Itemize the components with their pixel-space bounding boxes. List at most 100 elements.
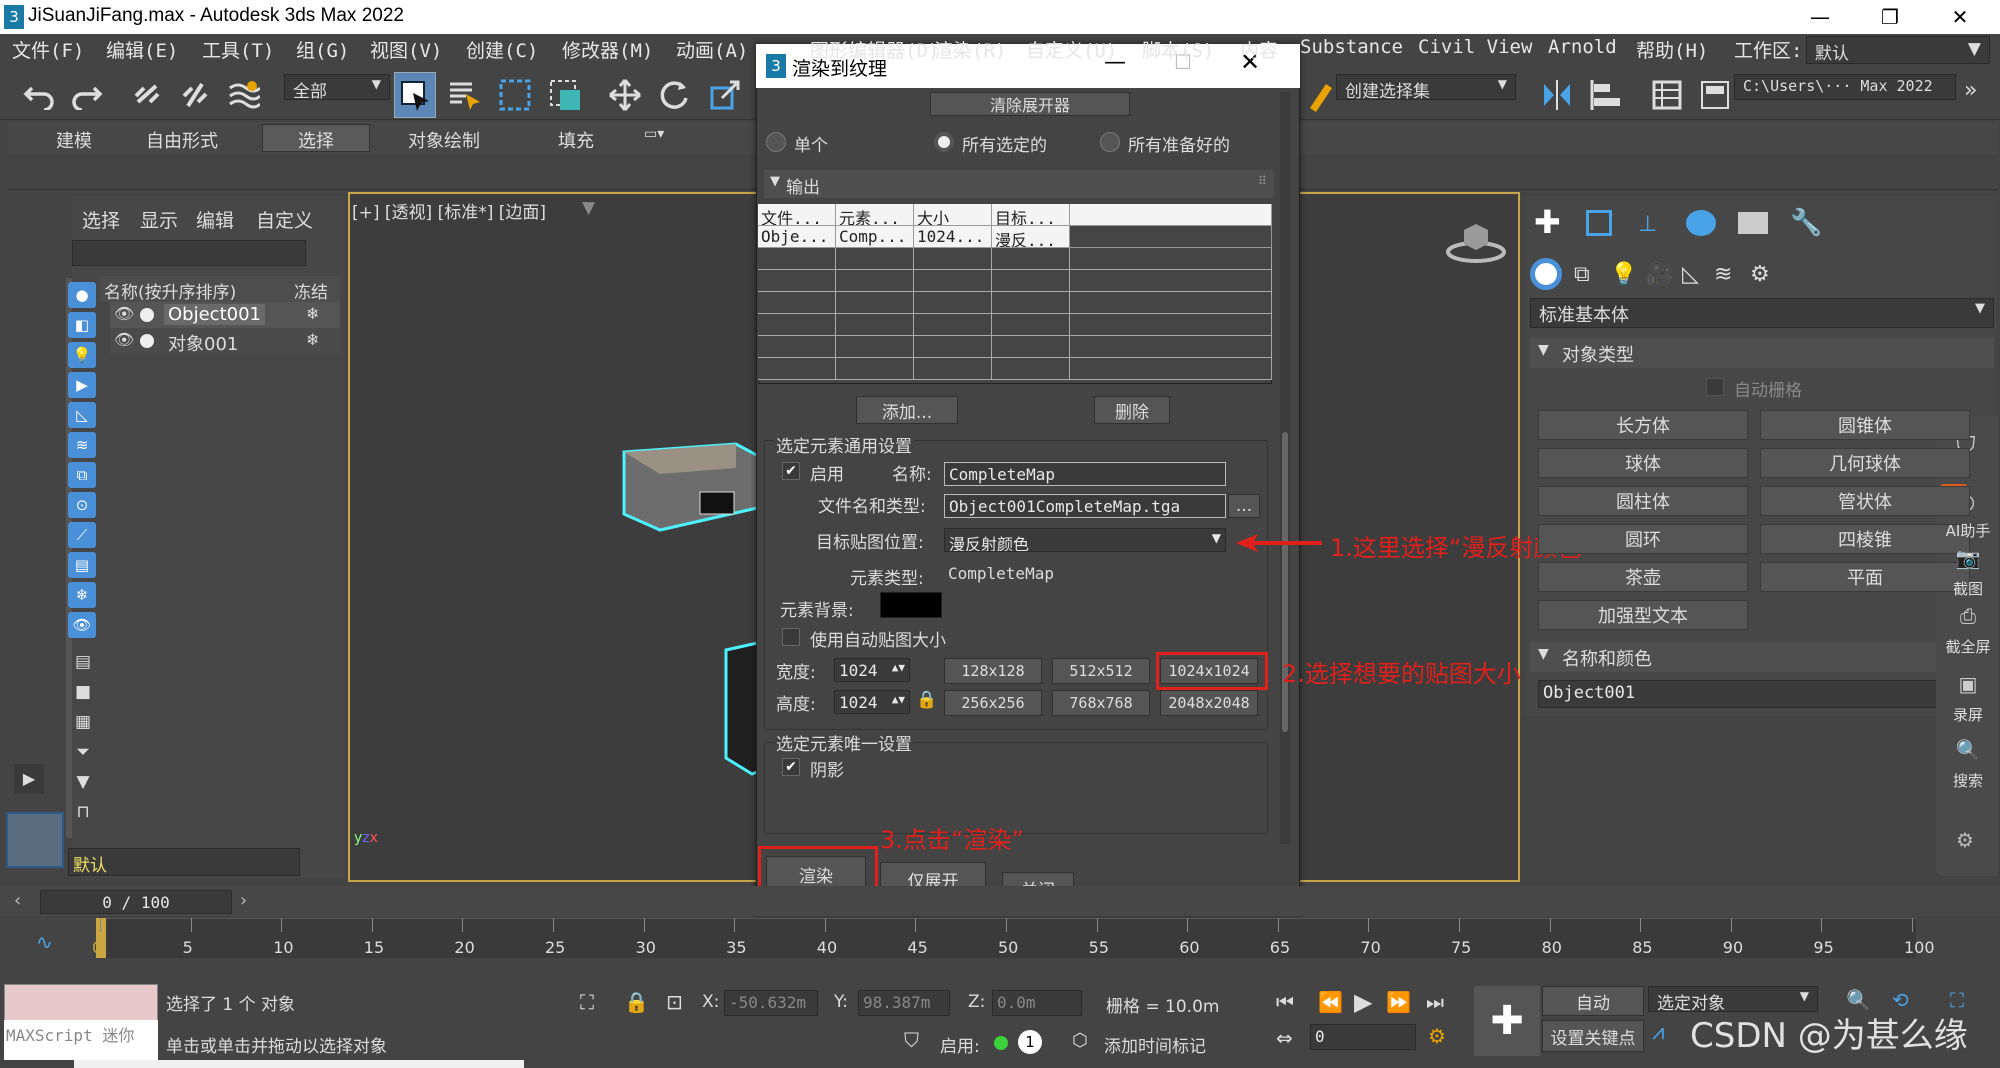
scope-radio[interactable] (934, 132, 954, 152)
filter-icon[interactable]: ⏷ (72, 742, 94, 764)
table-cell[interactable]: 漫反... (992, 226, 1070, 248)
close-window-button[interactable]: ✕ (1930, 0, 1990, 34)
table-cell[interactable] (914, 248, 992, 270)
scene-explorer-tab[interactable]: 编辑 (196, 206, 234, 233)
table-cell[interactable] (836, 358, 914, 380)
menu-item[interactable]: Substance (1300, 36, 1403, 58)
set-key-button[interactable]: 设置关键点 (1542, 1020, 1644, 1052)
frozen-filter-icon[interactable]: ❄ (68, 582, 96, 608)
object-type-rollout-header[interactable]: ▼ 对象类型 (1530, 338, 1994, 368)
add-element-button[interactable]: 添加... (856, 396, 958, 424)
ribbon-toggle-icon[interactable] (1694, 72, 1736, 118)
restore-button[interactable]: ❐ (1860, 0, 1920, 34)
counter-badge[interactable]: 1 (1018, 1030, 1042, 1054)
curve-editor-icon[interactable]: ∿ (36, 930, 53, 954)
table-cell[interactable] (992, 336, 1070, 358)
table-cell[interactable]: Comp... (836, 226, 914, 248)
scope-radio[interactable] (766, 132, 786, 152)
viewport-thumbnail[interactable] (6, 812, 64, 868)
select-by-name-icon[interactable] (444, 72, 486, 118)
dialog-scrollbar[interactable] (1280, 92, 1290, 844)
geometry-category-icon[interactable] (1530, 258, 1562, 290)
menu-item[interactable]: 渲染(R) (934, 36, 1006, 63)
select-object-icon[interactable] (394, 72, 436, 118)
maxscript-input[interactable]: MAXScript 迷你 (4, 1020, 158, 1060)
shapes-filter-icon[interactable]: ◧ (68, 312, 96, 338)
side-tool-label[interactable]: AI助手 (1940, 520, 1996, 541)
menu-item[interactable]: 图形编辑器(D) (810, 36, 939, 63)
menu-item[interactable]: 帮助(H) (1636, 36, 1708, 63)
shadow-checkbox[interactable]: ✔ (782, 758, 800, 776)
primitive-button[interactable]: 管状体 (1760, 486, 1970, 516)
auto-map-size-checkbox[interactable] (782, 628, 800, 646)
container-icon[interactable]: ⊓ (72, 802, 94, 824)
isolate-selection-icon[interactable]: ⛶ (580, 990, 594, 1014)
bind-spacewarp-icon[interactable] (222, 72, 264, 118)
table-cell[interactable] (758, 270, 836, 292)
primitive-button[interactable]: 四棱锥 (1760, 524, 1970, 554)
set-key-plus-icon[interactable]: ✚ (1474, 986, 1540, 1056)
undo-icon[interactable] (18, 72, 60, 118)
goto-start-icon[interactable]: ⏮ (1276, 990, 1294, 1014)
table-cell[interactable] (836, 314, 914, 336)
auto-key-button[interactable]: 自动 (1542, 986, 1644, 1016)
viewcube-icon[interactable] (1446, 214, 1506, 269)
target-map-dropdown[interactable]: 漫反射颜色 ▼ (944, 528, 1226, 552)
scene-explorer-tab[interactable]: 选择 (82, 206, 120, 233)
rotate-icon[interactable] (654, 72, 696, 118)
scale-icon[interactable] (704, 72, 746, 118)
lock-aspect-icon[interactable]: 🔒 (916, 690, 937, 710)
primitive-button[interactable]: 平面 (1760, 562, 1970, 592)
spacewarps-category-icon[interactable]: ≋ (1714, 262, 1732, 287)
column-name-header[interactable]: 名称(按升序排序) (104, 278, 236, 303)
scene-search-input[interactable] (72, 240, 306, 266)
settings-gear-icon[interactable]: ⚙ (1956, 828, 1974, 852)
table-cell[interactable] (992, 248, 1070, 270)
table-header-cell[interactable]: 文件... (758, 204, 836, 226)
table-cell[interactable] (1070, 270, 1272, 292)
size-preset-button[interactable]: 1024x1024 (1160, 658, 1258, 684)
funnel-icon[interactable]: ▼ (72, 772, 94, 794)
lights-filter-icon[interactable]: 💡 (68, 342, 96, 368)
size-preset-button[interactable]: 768x768 (1052, 690, 1150, 716)
systems-category-icon[interactable]: ⚙ (1750, 262, 1770, 287)
y-coordinate-input[interactable]: 98.387m (858, 990, 950, 1016)
redo-icon[interactable] (66, 72, 108, 118)
menu-item[interactable]: Arnold (1548, 36, 1617, 58)
scene-explorer-tab[interactable]: 显示 (140, 206, 178, 233)
size-preset-button[interactable]: 512x512 (1052, 658, 1150, 684)
object-category-dropdown[interactable]: 标准基本体 ▼ (1530, 298, 1994, 328)
width-spinner[interactable]: 1024 ▲▼ (834, 658, 910, 682)
toolbar-overflow-icon[interactable]: » (1964, 78, 1977, 103)
spacewarps-filter-icon[interactable]: ≋ (68, 432, 96, 458)
auto-grid-checkbox[interactable] (1706, 378, 1724, 396)
fullscreen-capture-icon[interactable]: ⎙ (1954, 604, 1982, 628)
next-key-icon[interactable]: ⏩ (1386, 990, 1411, 1014)
window-crossing-icon[interactable] (544, 72, 586, 118)
table-cell[interactable] (1070, 336, 1272, 358)
freeze-icon[interactable]: ❄ (306, 304, 319, 323)
current-frame-spinner[interactable]: 0 (1310, 1024, 1416, 1050)
minimize-button[interactable]: — (1790, 0, 1850, 34)
table-cell[interactable] (1070, 358, 1272, 380)
table-header-cell[interactable] (1070, 204, 1272, 226)
link-icon[interactable] (126, 72, 168, 118)
rect-selection-icon[interactable] (494, 72, 536, 118)
primitive-button[interactable]: 茶壶 (1538, 562, 1748, 592)
scope-radio[interactable] (1100, 132, 1120, 152)
table-cell[interactable] (914, 292, 992, 314)
utilities-tab-icon[interactable]: 🔧 (1790, 208, 1822, 238)
table-cell[interactable] (836, 336, 914, 358)
hidden-filter-icon[interactable]: 👁 (68, 612, 96, 638)
layers-icon[interactable]: ▦ (72, 712, 94, 734)
output-rollout-header[interactable]: ▼ 输出 ⠿ (764, 170, 1274, 198)
absolute-mode-icon[interactable]: ⊡ (666, 990, 683, 1014)
align-icon[interactable] (1586, 72, 1628, 118)
scene-explorer-tab[interactable]: 自定义 (256, 206, 313, 233)
workspace-dropdown[interactable]: 默认 ▼ (1806, 36, 1990, 64)
side-tool-label[interactable]: 截图 (1940, 578, 1996, 599)
menu-item[interactable]: 动画(A) (676, 36, 748, 63)
element-background-swatch[interactable] (880, 592, 942, 618)
menu-item[interactable]: 编辑(E) (106, 36, 178, 63)
display-tab-icon[interactable] (1738, 212, 1768, 234)
